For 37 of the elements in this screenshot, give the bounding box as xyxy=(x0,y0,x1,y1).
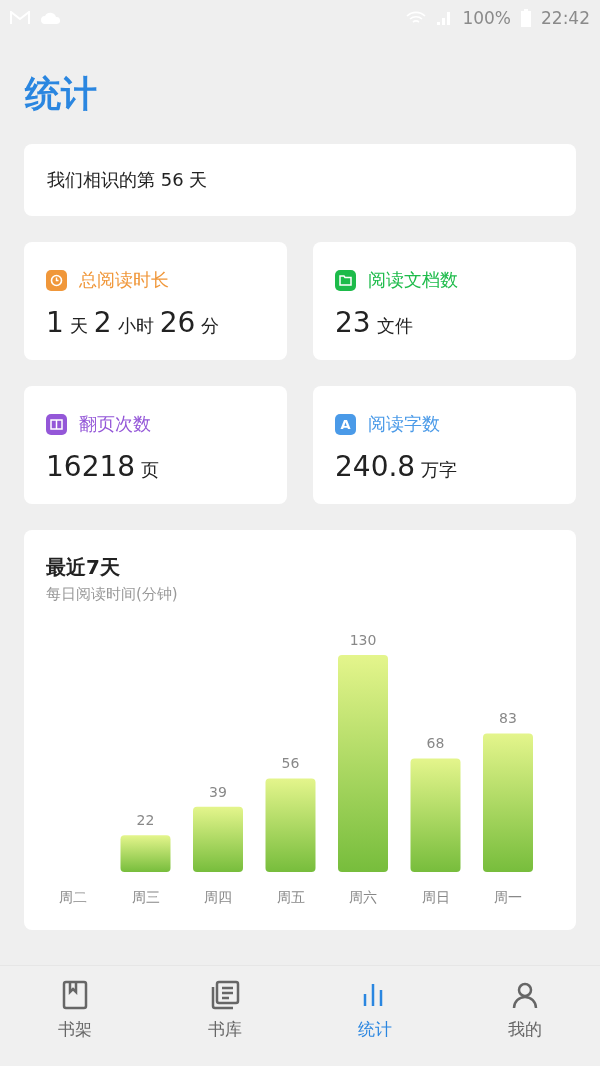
stat-label: 阅读字数 xyxy=(368,412,440,436)
bar xyxy=(193,806,243,872)
axis-label: 周四 xyxy=(204,889,232,905)
stat-value: 23 文件 xyxy=(335,306,414,339)
bar-value: 39 xyxy=(209,783,227,800)
stat-label: 总阅读时长 xyxy=(79,268,169,292)
stat-value: 1 天 2 小时 26 分 xyxy=(46,306,221,339)
bar-value: 130 xyxy=(349,631,377,648)
axis-label: 周五 xyxy=(276,889,305,905)
stat-label: 阅读文档数 xyxy=(368,268,458,292)
stat-value: 16218 页 xyxy=(46,450,161,483)
axis-label: 周三 xyxy=(131,889,160,905)
axis-label: 周日 xyxy=(421,889,450,905)
nav-tab[interactable]: 书架 xyxy=(0,966,150,1066)
bar-value: 56 xyxy=(281,755,300,772)
bar-value: 83 xyxy=(499,710,517,727)
nav-tab[interactable]: 我的 xyxy=(450,966,600,1066)
clock-time: 22:42 xyxy=(541,8,590,28)
axis-label: 周二 xyxy=(59,889,87,905)
letter-icon: A xyxy=(335,413,356,435)
page-title: 统计 xyxy=(25,72,98,116)
nav-tab[interactable]: 统计 xyxy=(300,966,450,1066)
documents-icon xyxy=(210,980,240,1010)
battery-percent: 100% xyxy=(462,8,511,28)
days-together-text: 我们相识的第 56 天 xyxy=(47,168,208,192)
bar-value: 22 xyxy=(136,812,155,829)
stat-value: 240.8 万字 xyxy=(335,450,459,483)
chart-subtitle: 每日阅读时间(分钟) xyxy=(46,585,179,604)
chart-title: 最近7天 xyxy=(46,554,121,581)
axis-label: 周一 xyxy=(494,889,522,905)
stat-label: 翻页次数 xyxy=(79,412,151,436)
bookmark-book-icon xyxy=(62,980,88,1010)
axis-label: 周六 xyxy=(349,889,377,905)
nav-tab[interactable]: 书库 xyxy=(150,966,300,1066)
bar-value: 68 xyxy=(426,735,445,752)
bar xyxy=(120,835,171,872)
person-icon xyxy=(510,980,540,1010)
